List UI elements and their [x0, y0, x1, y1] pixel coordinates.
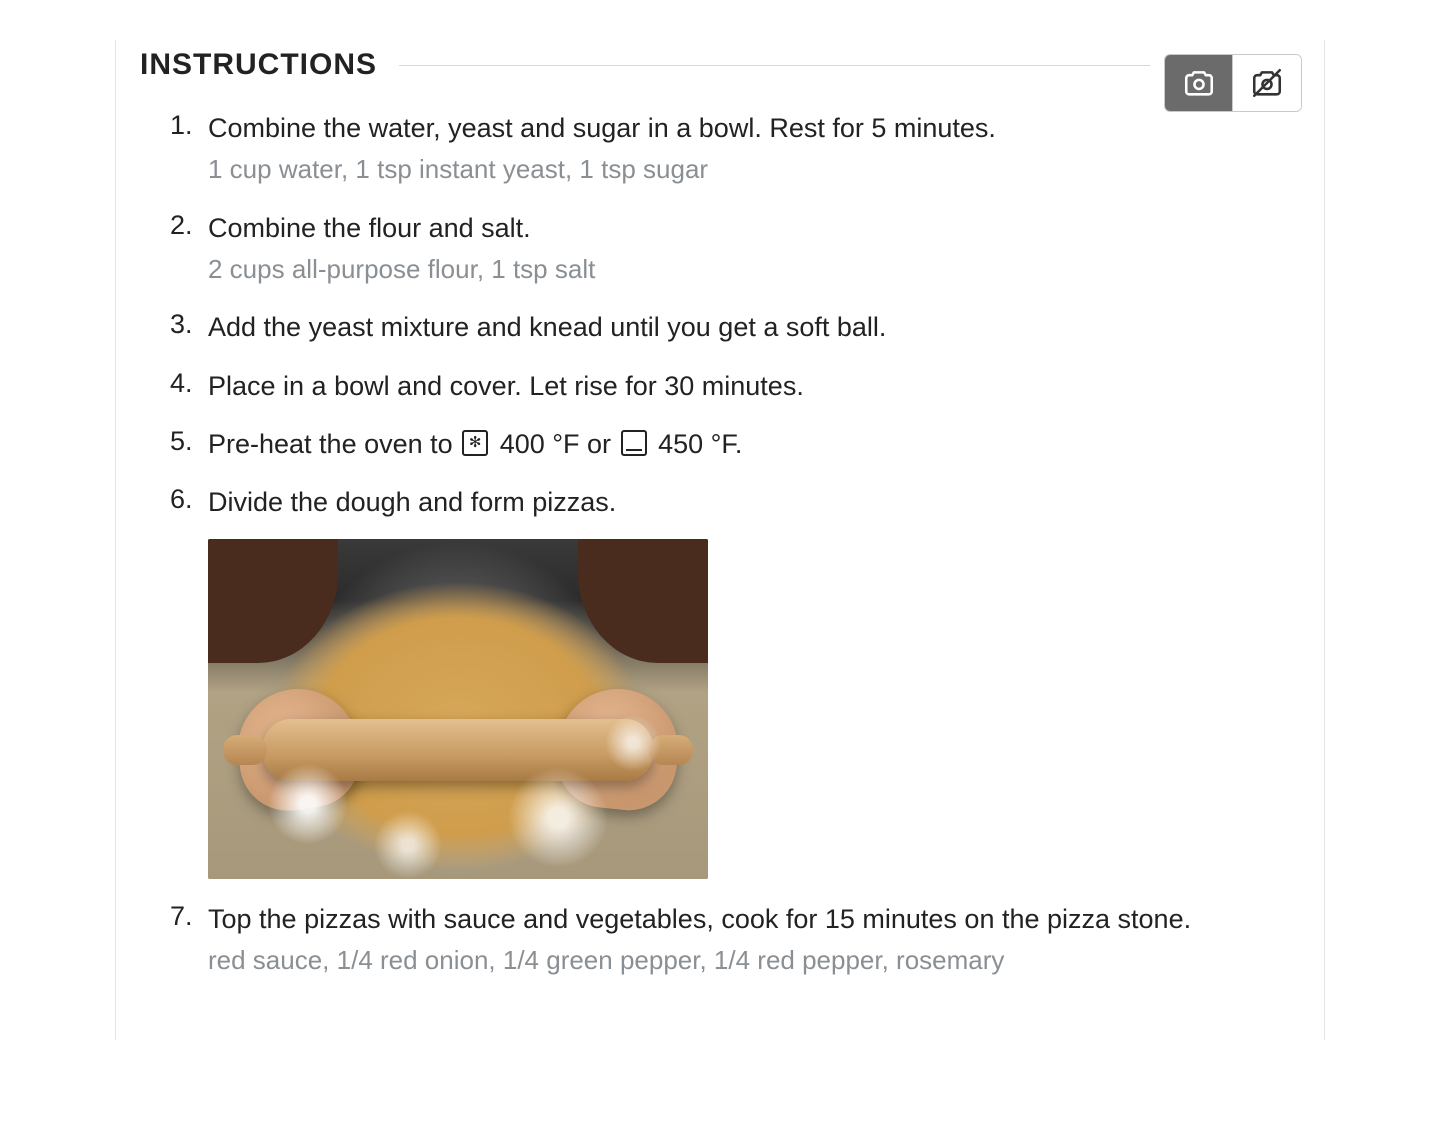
oven-conventional-icon: [621, 430, 647, 456]
step-ingredients: red sauce, 1/4 red onion, 1/4 green pepp…: [208, 943, 1300, 978]
step-text: Combine the water, yeast and sugar in a …: [208, 110, 1300, 146]
instructions-card: INSTRUCTIONS Combine the water, yeast an…: [115, 40, 1325, 1040]
instruction-step: Divide the dough and form pizzas.: [170, 484, 1300, 878]
step-text: Combine the flour and salt.: [208, 210, 1300, 246]
instruction-step: Place in a bowl and cover. Let rise for …: [170, 368, 1300, 404]
instruction-step: Pre-heat the oven to 400 °F or 450 °F.: [170, 426, 1300, 462]
header-rule: [399, 65, 1150, 66]
section-header: INSTRUCTIONS: [140, 48, 1300, 82]
section-title: INSTRUCTIONS: [140, 48, 377, 82]
step-text: Top the pizzas with sauce and vegetables…: [208, 901, 1300, 937]
oven-fan-temp: 400 °F: [500, 429, 580, 459]
oven-suffix: .: [735, 429, 743, 459]
step-text: Pre-heat the oven to 400 °F or 450 °F.: [208, 426, 1300, 462]
oven-fan-icon: [462, 430, 488, 456]
oven-sep: or: [580, 429, 619, 459]
step-ingredients: 2 cups all-purpose flour, 1 tsp salt: [208, 252, 1300, 287]
instruction-step: Top the pizzas with sauce and vegetables…: [170, 901, 1300, 979]
step-text: Add the yeast mixture and knead until yo…: [208, 309, 1300, 345]
oven-prefix: Pre-heat the oven to: [208, 429, 460, 459]
instruction-step: Combine the water, yeast and sugar in a …: [170, 110, 1300, 188]
step-text: Divide the dough and form pizzas.: [208, 484, 1300, 520]
step-image[interactable]: [208, 539, 708, 879]
oven-conv-temp: 450 °F: [658, 429, 735, 459]
camera-off-icon: [1250, 66, 1284, 100]
instruction-step: Combine the flour and salt. 2 cups all-p…: [170, 210, 1300, 288]
step-ingredients: 1 cup water, 1 tsp instant yeast, 1 tsp …: [208, 152, 1300, 187]
step-text: Place in a bowl and cover. Let rise for …: [208, 368, 1300, 404]
camera-icon: [1182, 66, 1216, 100]
instructions-list: Combine the water, yeast and sugar in a …: [140, 110, 1300, 978]
show-photos-toggle[interactable]: [1165, 55, 1233, 111]
hide-photos-toggle[interactable]: [1233, 55, 1301, 111]
instruction-step: Add the yeast mixture and knead until yo…: [170, 309, 1300, 345]
photo-visibility-toggle[interactable]: [1164, 54, 1302, 112]
